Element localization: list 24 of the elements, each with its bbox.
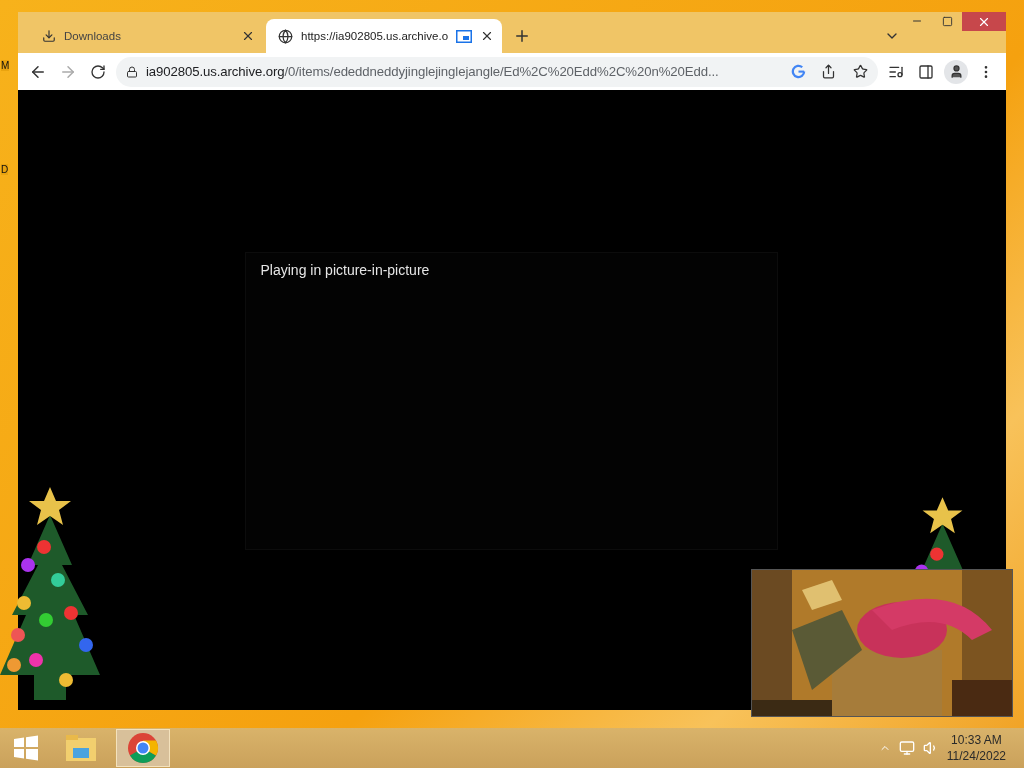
- lock-icon: [126, 65, 138, 78]
- maximize-icon: [941, 15, 953, 27]
- url-text: ia902805.us.archive.org/0/items/ededdneddyjinglejinglejangle/Ed%2C%20Edd%2C%20n%20Edd...: [146, 64, 720, 79]
- plus-icon: [513, 27, 531, 45]
- browser-tab[interactable]: https://ia902805.us.archive.o: [266, 19, 502, 53]
- network-icon[interactable]: [898, 740, 915, 756]
- globe-icon: [278, 28, 293, 44]
- desktop-icon-label[interactable]: M: [1, 60, 10, 71]
- folder-icon: [65, 734, 97, 762]
- download-icon: [42, 29, 56, 43]
- browser-tab[interactable]: Downloads: [30, 19, 266, 53]
- clock[interactable]: 10:33 AM 11/24/2022: [946, 732, 1006, 764]
- profile-avatar[interactable]: [944, 59, 968, 84]
- tab-title: https://ia902805.us.archive.o: [301, 30, 449, 42]
- close-icon: [241, 29, 255, 43]
- address-bar[interactable]: ia902805.us.archive.org/0/items/ededdneddyjinglejinglejangle/Ed%2C%20Edd%2C%20n%20Edd...: [116, 56, 878, 87]
- taskbar-app-button[interactable]: [116, 729, 170, 767]
- time-text: 10:33 AM: [951, 732, 1002, 748]
- reload-icon: [90, 63, 106, 80]
- chrome-icon: [127, 732, 159, 764]
- desktop-icon-label[interactable]: D: [1, 164, 9, 175]
- tab-title: Downloads: [64, 30, 122, 42]
- status-message: Playing in picture-in-picture: [260, 262, 430, 278]
- date-text: 11/24/2022: [946, 748, 1006, 764]
